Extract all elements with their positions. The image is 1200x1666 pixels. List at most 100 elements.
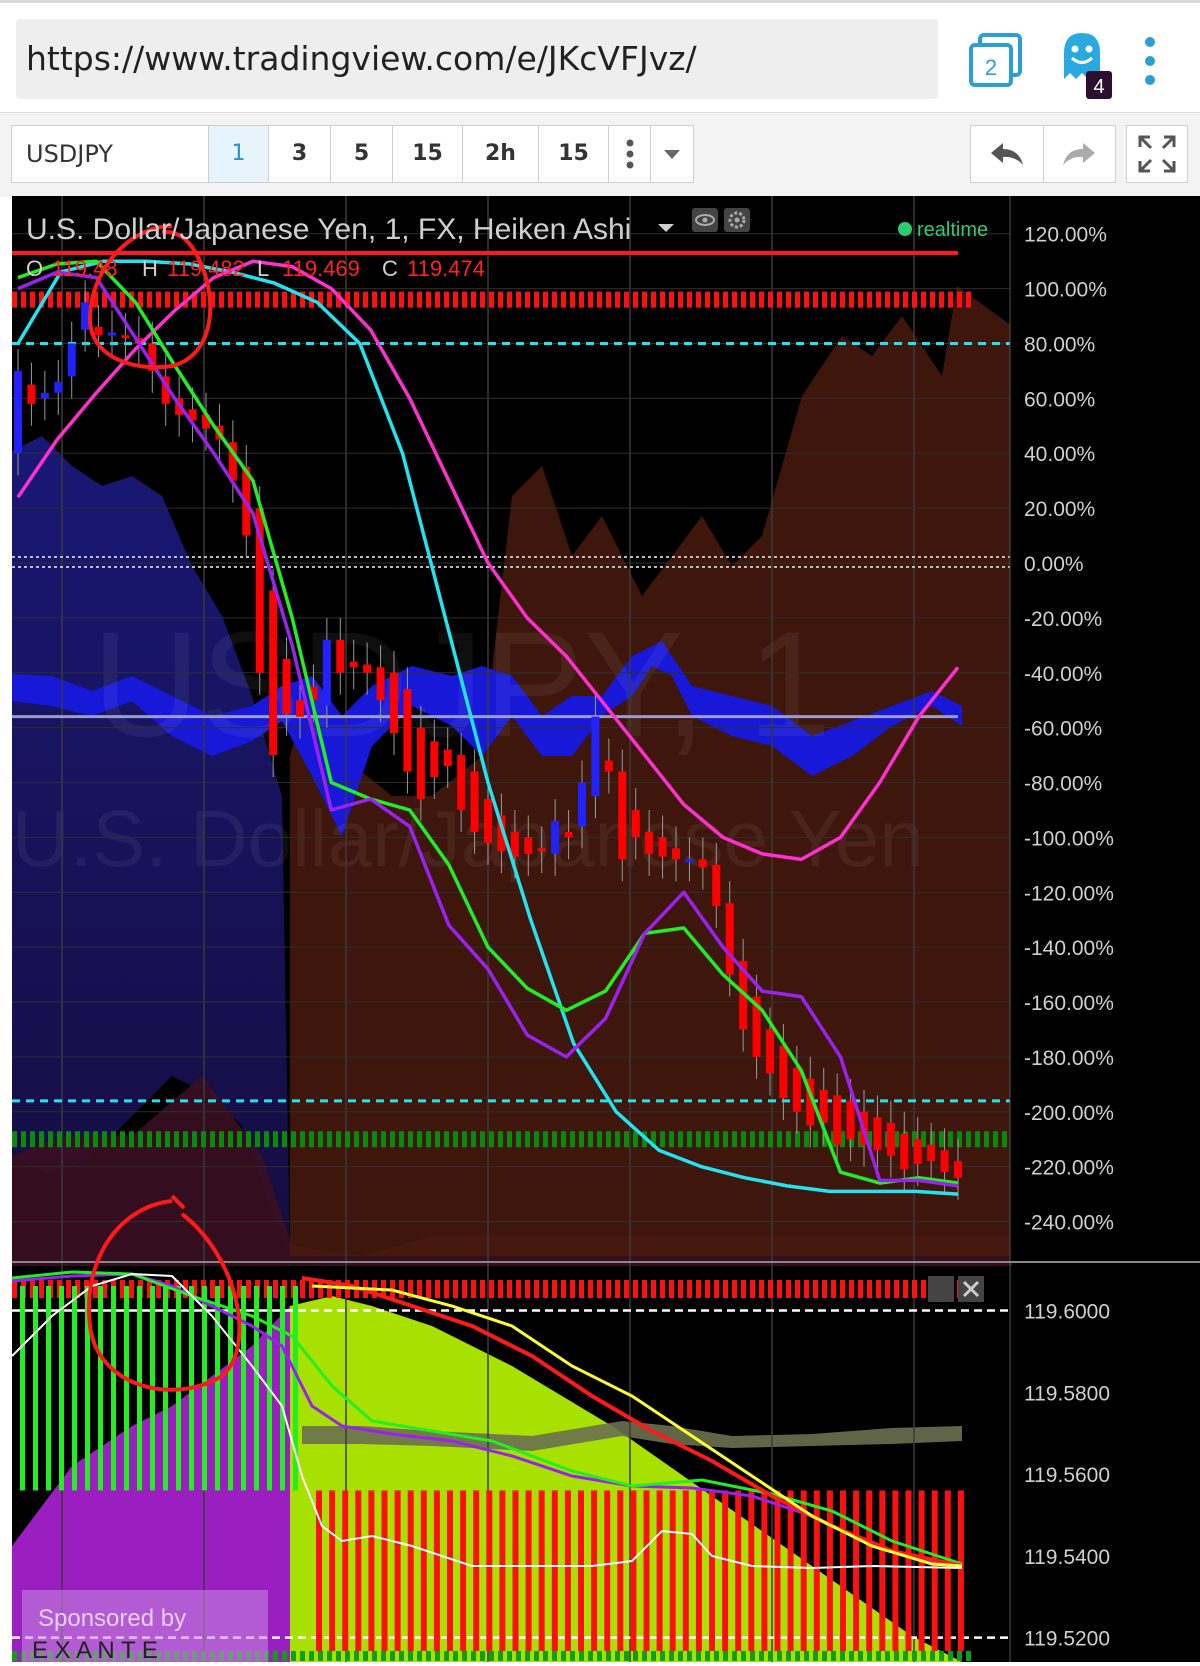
interval-5[interactable]: 5 (331, 126, 393, 182)
fullscreen-button[interactable] (1126, 125, 1188, 183)
histogram-bar-red (355, 1490, 362, 1651)
price-axis-oscillator[interactable]: 119.6000 119.5800 119.5600 119.5400 119.5200 (1024, 1301, 1110, 1651)
histogram-bar-green (124, 1286, 129, 1491)
histogram-bar-red (407, 1490, 414, 1651)
eye-icon[interactable] (692, 208, 718, 232)
interval-15[interactable]: 15 (393, 126, 463, 182)
y-tick-label: 0.00% (1024, 553, 1084, 576)
histogram-bar-green (33, 1286, 38, 1491)
histogram-bar-red (538, 1490, 545, 1651)
y-tick-label: 120.00% (1024, 224, 1107, 247)
histogram-bar-red (394, 1490, 401, 1651)
candle-body (524, 837, 533, 854)
interval-3[interactable]: 3 (269, 126, 331, 182)
candle-body (40, 392, 49, 399)
histogram-bar-red (630, 1490, 637, 1651)
histogram-bar-red (512, 1490, 519, 1651)
histogram-bar-red (564, 1490, 571, 1651)
candle-body (954, 1161, 962, 1178)
redo-button[interactable] (1044, 126, 1116, 182)
histogram-bar-green (59, 1286, 64, 1491)
url-field[interactable]: https://www.tradingview.com/e/JKcVFJvz/ (16, 19, 938, 99)
histogram-bar-red (709, 1490, 715, 1651)
ghostery-button[interactable]: 4 (1058, 31, 1114, 101)
histogram-bar-red (866, 1490, 873, 1651)
histogram-bar-red (774, 1490, 781, 1651)
histogram-bar-red (656, 1490, 663, 1651)
y-tick-label: -80.00% (1024, 773, 1102, 796)
histogram-bar-red (460, 1490, 467, 1651)
candle-body (403, 689, 412, 772)
candle-body (54, 381, 63, 393)
ohlc-low-value: 119.469 (282, 256, 360, 281)
histogram-bar-red (669, 1490, 676, 1651)
candle-body (833, 1095, 842, 1145)
interval-dropdown-button[interactable] (651, 126, 693, 182)
chart-legend: U.S. Dollar/Japanese Yen, 1, FX, Heiken … (12, 208, 988, 281)
candle-body (296, 700, 304, 717)
sponsor-label: Sponsored by (38, 1605, 186, 1632)
fullscreen-icon (1138, 135, 1176, 173)
histogram-bar-red (892, 1490, 899, 1651)
interval-15-alt[interactable]: 15 (539, 126, 609, 182)
histogram-bar-red (748, 1490, 755, 1651)
y-tick-label: -100.00% (1024, 827, 1114, 850)
chart-title[interactable]: U.S. Dollar/Japanese Yen, 1, FX, Heiken … (26, 213, 631, 246)
candle-body (81, 302, 90, 330)
histogram-bar-red (368, 1490, 375, 1651)
candle-body (927, 1144, 936, 1162)
histogram-bar-green (202, 1286, 207, 1491)
undo-button[interactable] (971, 126, 1044, 182)
candle-body (376, 667, 385, 701)
histogram-bar-red (682, 1490, 689, 1651)
candle-body (416, 727, 425, 799)
candle-body (604, 760, 613, 772)
candle-body (940, 1150, 949, 1173)
y-tick-label: -160.00% (1024, 992, 1114, 1015)
y-tick-label: 60.00% (1024, 388, 1095, 411)
ohlc-close-value: 119.474 (407, 256, 485, 281)
y-tick-label: 119.5200 (1024, 1628, 1110, 1651)
histogram-bar-red (617, 1490, 624, 1651)
pane-maximize-button[interactable] (928, 1276, 954, 1302)
ghost-icon: 4 (1064, 33, 1112, 99)
caret-down-icon[interactable] (658, 224, 674, 232)
interval-2h[interactable]: 2h (463, 126, 539, 182)
histogram-bar-red (486, 1490, 493, 1651)
redo-icon (1063, 143, 1096, 165)
y-tick-label: 100.00% (1024, 279, 1107, 302)
histogram-bar-red (944, 1490, 951, 1651)
candle-body (67, 343, 76, 377)
histogram-bar-red (905, 1490, 912, 1651)
sponsor-badge[interactable]: Sponsored by E X A N T E (22, 1590, 268, 1664)
gear-icon[interactable] (724, 208, 750, 232)
overflow-menu-button[interactable] (1136, 35, 1164, 87)
tabs-switcher-button[interactable]: 2 (968, 33, 1024, 89)
candle-body (108, 332, 116, 336)
y-tick-label: -140.00% (1024, 937, 1114, 960)
symbol-search[interactable]: USDJPY (11, 125, 209, 183)
candle-body (685, 859, 694, 863)
histogram-bar-red (604, 1490, 611, 1651)
histogram-bar-red (525, 1490, 532, 1651)
tabs-icon: 2 (969, 33, 1022, 87)
histogram-bar-red (643, 1490, 650, 1651)
chart-area[interactable]: USDJPY, 1 U.S. Dollar/Japanese Yen 120.0… (11, 196, 1200, 1664)
chart-canvas[interactable]: USDJPY, 1 U.S. Dollar/Japanese Yen 120.0… (11, 196, 1200, 1664)
histogram-bar-green (98, 1286, 103, 1491)
interval-more-button[interactable] (609, 126, 651, 182)
histogram-bar-red (879, 1490, 886, 1651)
candle-body (457, 755, 466, 810)
y-tick-label: -20.00% (1024, 608, 1102, 631)
chart-toolbar: USDJPY 1 3 5 15 2h 15 (0, 112, 1200, 197)
price-axis-percent[interactable]: 120.00% 100.00% 80.00% 60.00% 40.00% 20.00% 0.… (1009, 196, 1200, 1662)
undo-icon (990, 143, 1023, 165)
interval-1[interactable]: 1 (209, 126, 269, 182)
candle-body (846, 1100, 855, 1140)
candle-body (578, 782, 586, 827)
candle-body (94, 327, 103, 336)
candle-body (564, 831, 573, 838)
undo-redo-group (970, 125, 1116, 183)
candle-body (510, 831, 519, 857)
watermark-name: U.S. Dollar/Japanese Yen (12, 794, 924, 883)
